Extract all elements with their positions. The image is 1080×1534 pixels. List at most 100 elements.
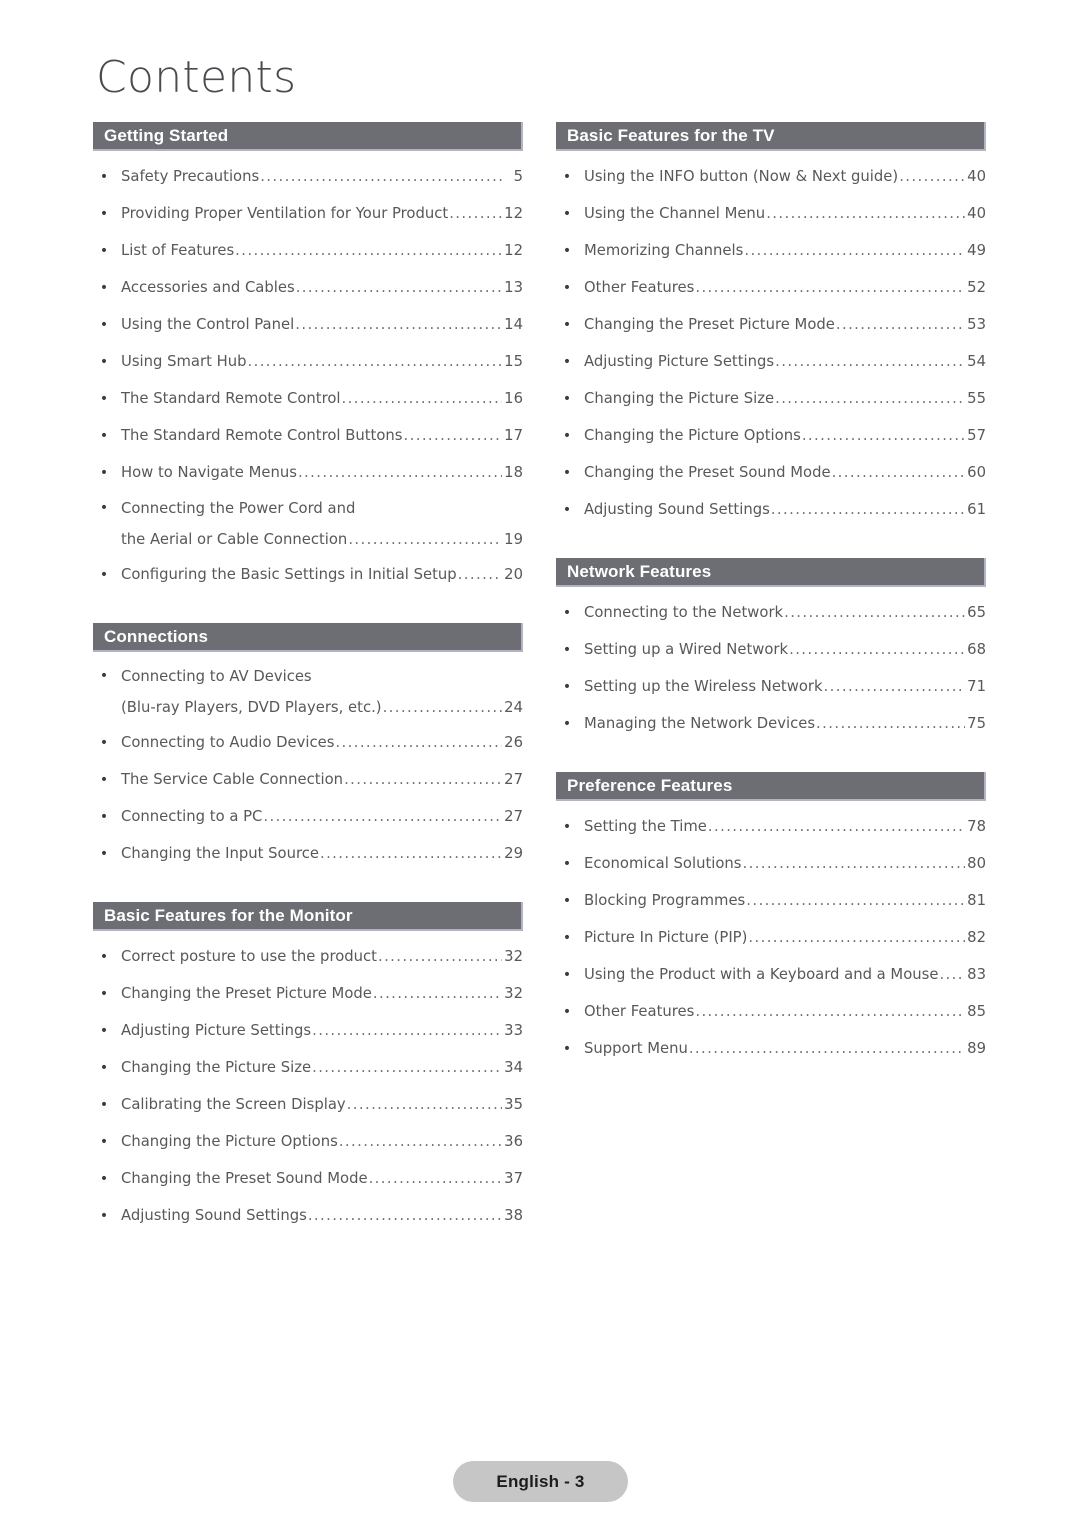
- toc-entry[interactable]: • Setting up the Wireless Network........…: [556, 670, 986, 704]
- toc-entry[interactable]: • Changing the Picture Options...........…: [93, 1125, 523, 1159]
- bullet-icon: •: [562, 605, 572, 621]
- toc-entry[interactable]: • Using Smart Hub........................…: [93, 345, 523, 379]
- toc-entry[interactable]: • Changing the Picture Options...........…: [556, 419, 986, 453]
- toc-entry[interactable]: • Blocking Programmes....................…: [556, 884, 986, 918]
- toc-entry-label: Adjusting Sound Settings: [121, 1207, 307, 1224]
- toc-entry[interactable]: • Picture In Picture (PIP)...............…: [556, 921, 986, 955]
- dot-leader: ........................................…: [341, 390, 502, 407]
- toc-entry[interactable]: • Setting the Time.......................…: [556, 810, 986, 844]
- toc-entry-label: The Standard Remote Control Buttons: [121, 427, 403, 444]
- toc-entry-page-number: 52: [967, 279, 986, 296]
- toc-entry-label: Calibrating the Screen Display: [121, 1096, 346, 1113]
- toc-entry[interactable]: • Changing the Preset Sound Mode.........…: [556, 456, 986, 490]
- toc-entry[interactable]: • Using the Product with a Keyboard and a…: [556, 958, 986, 992]
- bullet-icon: •: [562, 428, 572, 444]
- toc-entry[interactable]: • Using the Channel Menu.................…: [556, 197, 986, 231]
- dot-leader: ........................................…: [789, 641, 965, 658]
- toc-entry-page-number: 16: [504, 390, 523, 407]
- toc-entry[interactable]: • Configuring the Basic Settings in Initi…: [93, 558, 523, 592]
- toc-entry[interactable]: • Managing the Network Devices...........…: [556, 707, 986, 741]
- toc-entry[interactable]: • Adjusting Picture Settings.............…: [93, 1014, 523, 1048]
- toc-section-header[interactable]: Network Features: [556, 558, 986, 587]
- bullet-icon: •: [99, 846, 109, 862]
- toc-entry[interactable]: • Connecting to a PC.....................…: [93, 800, 523, 834]
- toc-section: Connections • Connecting to AV Devices (Blu…: [93, 623, 523, 871]
- toc-entry[interactable]: • Changing the Preset Picture Mode.......…: [556, 308, 986, 342]
- toc-entry[interactable]: • Providing Proper Ventilation for Your P…: [93, 197, 523, 231]
- dot-leader: ........................................…: [823, 678, 965, 695]
- bullet-icon: •: [562, 967, 572, 983]
- toc-section-header[interactable]: Getting Started: [93, 122, 523, 151]
- toc-entry-page-number: 18: [504, 464, 523, 481]
- toc-entry[interactable]: • Setting up a Wired Network.............…: [556, 633, 986, 667]
- bullet-icon: •: [99, 391, 109, 407]
- dot-leader: ........................................…: [295, 316, 502, 333]
- toc-entry-page-number: 82: [967, 929, 986, 946]
- toc-entry-label: Using the Product with a Keyboard and a …: [584, 966, 939, 983]
- toc-entry[interactable]: • Connecting to Audio Devices............…: [93, 726, 523, 760]
- toc-entry-label: Memorizing Channels: [584, 242, 744, 259]
- toc-entry[interactable]: • Safety Precautions.....................…: [93, 160, 523, 194]
- dot-leader: ........................................…: [260, 168, 502, 185]
- toc-entry[interactable]: • Other Features.........................…: [556, 271, 986, 305]
- dot-leader: ........................................…: [766, 205, 965, 222]
- bullet-icon: •: [562, 280, 572, 296]
- toc-section-title: Getting Started: [104, 126, 229, 145]
- toc-entry[interactable]: • List of Features.......................…: [93, 234, 523, 268]
- toc-entry[interactable]: • Calibrating the Screen Display.........…: [93, 1088, 523, 1122]
- toc-entry[interactable]: • Using the Control Panel................…: [93, 308, 523, 342]
- toc-entry[interactable]: • Connecting the Power Cord and the Aerial…: [93, 493, 523, 555]
- toc-entry[interactable]: • How to Navigate Menus..................…: [93, 456, 523, 490]
- toc-entry[interactable]: • The Standard Remote Control Buttons....…: [93, 419, 523, 453]
- toc-entry-page-number: 33: [504, 1022, 523, 1039]
- toc-entry[interactable]: • Economical Solutions...................…: [556, 847, 986, 881]
- toc-entry-page-number: 54: [967, 353, 986, 370]
- toc-entry-label: Other Features: [584, 1003, 695, 1020]
- toc-entry-page-number: 61: [967, 501, 986, 518]
- toc-section-header[interactable]: Basic Features for the TV: [556, 122, 986, 151]
- toc-entry[interactable]: • Other Features.........................…: [556, 995, 986, 1029]
- toc-entry[interactable]: • The Standard Remote Control............…: [93, 382, 523, 416]
- toc-section-header[interactable]: Basic Features for the Monitor: [93, 902, 523, 931]
- toc-entry[interactable]: • Changing the Preset Picture Mode.......…: [93, 977, 523, 1011]
- toc-entry[interactable]: • Accessories and Cables.................…: [93, 271, 523, 305]
- toc-entry-page-number: 89: [967, 1040, 986, 1057]
- toc-entry[interactable]: • Adjusting Sound Settings...............…: [93, 1199, 523, 1233]
- toc-section-header[interactable]: Preference Features: [556, 772, 986, 801]
- toc-entry[interactable]: • Connecting to AV Devices (Blu-ray Player…: [93, 661, 523, 723]
- toc-section: Basic Features for the Monitor • Correct p…: [93, 902, 523, 1233]
- bullet-icon: •: [99, 1023, 109, 1039]
- dot-leader: ........................................…: [816, 715, 965, 732]
- dot-leader: ........................................…: [263, 808, 502, 825]
- dot-leader: ........................................…: [707, 818, 965, 835]
- dot-leader: ........................................…: [457, 566, 502, 583]
- toc-entry[interactable]: • Changing the Preset Sound Mode.........…: [93, 1162, 523, 1196]
- toc-entry[interactable]: • Memorizing Channels....................…: [556, 234, 986, 268]
- toc-entry[interactable]: • Adjusting Sound Settings...............…: [556, 493, 986, 527]
- toc-entry-label: Changing the Input Source: [121, 845, 319, 862]
- toc-section-title: Basic Features for the TV: [567, 126, 775, 145]
- dot-leader: ........................................…: [382, 699, 502, 716]
- bullet-icon: •: [99, 354, 109, 370]
- bullet-icon: •: [562, 679, 572, 695]
- toc-entry[interactable]: • Changing the Picture Size..............…: [93, 1051, 523, 1085]
- toc-entry[interactable]: • The Service Cable Connection ..........…: [93, 763, 523, 797]
- toc-entry-page-number: 29: [504, 845, 523, 862]
- dot-leader: ........................................…: [338, 1133, 502, 1150]
- toc-entry[interactable]: • Connecting to the Network..............…: [556, 596, 986, 630]
- toc-entry[interactable]: • Correct posture to use the product.....…: [93, 940, 523, 974]
- dot-leader: ........................................…: [775, 353, 965, 370]
- toc-entry-label: Setting up a Wired Network: [584, 641, 789, 658]
- toc-entry-page-number: 32: [504, 948, 523, 965]
- bullet-icon: •: [562, 642, 572, 658]
- toc-entry[interactable]: • Changing the Picture Size..............…: [556, 382, 986, 416]
- toc-section-header[interactable]: Connections: [93, 623, 523, 652]
- toc-entry[interactable]: • Adjusting Picture Settings.............…: [556, 345, 986, 379]
- toc-entry[interactable]: • Support Menu...........................…: [556, 1032, 986, 1066]
- toc-entry[interactable]: • Using the INFO button (Now & Next guide…: [556, 160, 986, 194]
- toc-entry[interactable]: • Changing the Input Source..............…: [93, 837, 523, 871]
- bullet-icon: •: [99, 169, 109, 185]
- toc-entry-label: Correct posture to use the product: [121, 948, 377, 965]
